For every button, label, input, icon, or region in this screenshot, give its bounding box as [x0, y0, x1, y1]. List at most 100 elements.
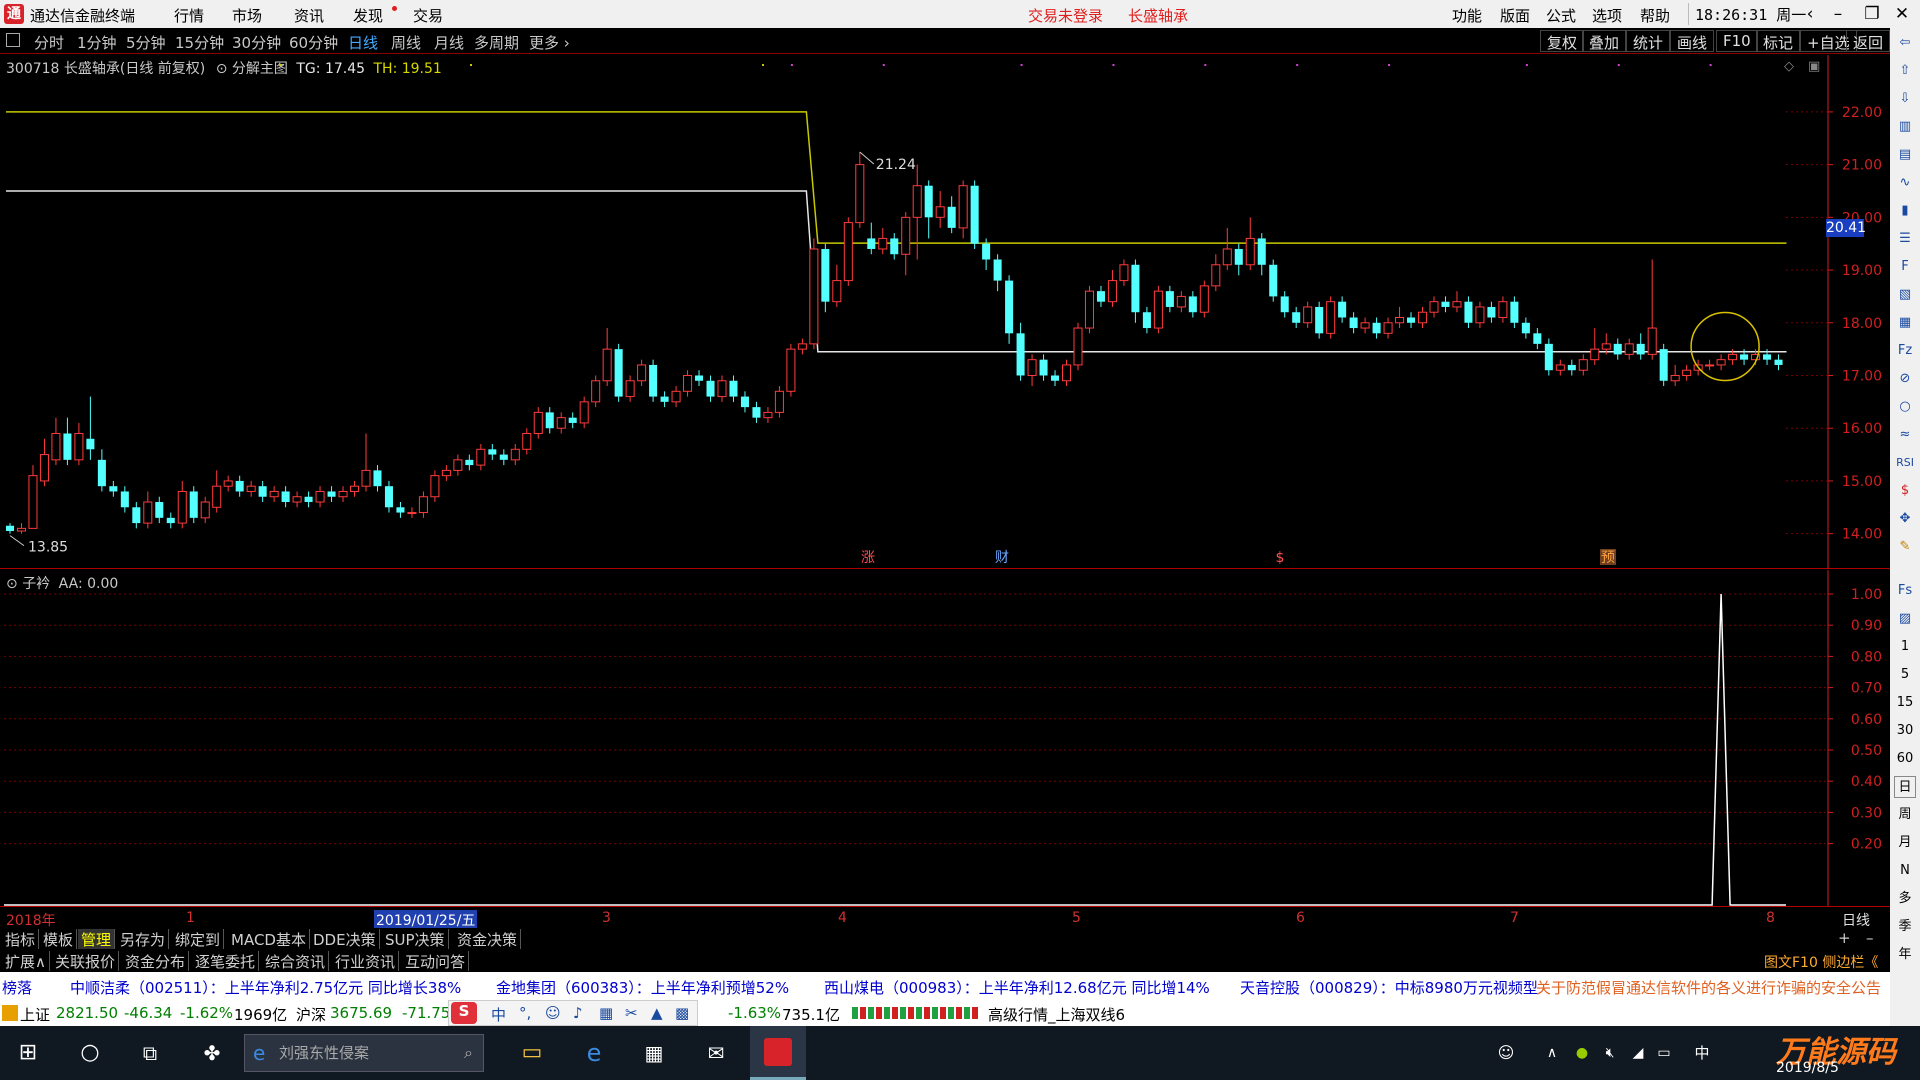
pinwheel-app-icon[interactable]: ✤ — [184, 1026, 240, 1080]
menu-gongshi[interactable]: 公式 — [1546, 5, 1576, 26]
windows-start-icon[interactable]: ⊞ — [0, 1026, 56, 1080]
ime-apps-icon[interactable]: ▩ — [675, 1004, 689, 1022]
keyboard-tray-icon[interactable]: ▭ — [1652, 1026, 1676, 1080]
period-30min[interactable]: 30分钟 — [232, 32, 281, 53]
news-icon[interactable]: ▧ — [1894, 284, 1916, 306]
period-monthly[interactable]: 月线 — [434, 32, 464, 53]
period-daily[interactable]: 日线 — [348, 32, 378, 53]
tab-zijinfenbu[interactable]: 资金分布 — [122, 951, 189, 971]
ticker-item[interactable]: 金地集团（600383）：上半年净利预增52% — [496, 977, 789, 998]
store-icon[interactable]: ▦ — [626, 1026, 682, 1080]
menu-faxian[interactable]: 发现 — [353, 5, 383, 26]
menu-hangqing[interactable]: 行情 — [174, 5, 204, 26]
arrow-left-icon[interactable]: ⇦ — [1894, 32, 1916, 54]
period-weekly[interactable]: 周线 — [391, 32, 421, 53]
edge-browser-icon[interactable]: e — [566, 1026, 622, 1080]
file-explorer-icon[interactable]: ▭ — [504, 1026, 560, 1080]
list-icon[interactable]: ☰ — [1894, 228, 1916, 250]
cortana-icon[interactable]: ○ — [62, 1026, 118, 1080]
ime-voice-icon[interactable]: ♪ — [573, 1004, 583, 1022]
restore-icon[interactable]: ❐ — [1858, 2, 1886, 26]
tab-guanli[interactable]: 管理 — [78, 929, 115, 949]
tdx-app-icon[interactable] — [750, 1026, 806, 1080]
ime-chinese-icon[interactable]: 中 — [491, 1004, 506, 1025]
period-month-icon[interactable]: 月 — [1894, 832, 1916, 854]
kline-icon[interactable]: ▮ — [1894, 200, 1916, 222]
period-day-icon[interactable]: 日 — [1894, 776, 1916, 798]
tray-app-icon[interactable]: ● — [1570, 1026, 1594, 1080]
tab-zijin[interactable]: 资金决策 — [454, 929, 521, 949]
menu-bangzhu[interactable]: 帮助 — [1640, 5, 1670, 26]
tab-dde[interactable]: DDE决策 — [310, 929, 380, 949]
tab-zhubi[interactable]: 逐笔委托 — [192, 951, 259, 971]
sh-index-name[interactable]: 上证 — [20, 1004, 50, 1025]
sub-indicator-chart[interactable]: 1.000.900.800.700.600.500.400.300.20 — [0, 570, 1890, 906]
btn-tongji[interactable]: 统计 — [1626, 30, 1670, 52]
tab-macd[interactable]: MACD基本 — [228, 929, 310, 949]
period-60-icon[interactable]: 60 — [1894, 748, 1916, 770]
period-1min[interactable]: 1分钟 — [77, 32, 117, 53]
btn-f10[interactable]: F10 — [1716, 30, 1758, 52]
ticker-item[interactable]: 天音控股（000829）：中标8980万元视频型 — [1240, 977, 1538, 998]
add-indicator-icon[interactable]: + — [1838, 929, 1851, 947]
period-multi-icon[interactable]: 多 — [1894, 888, 1916, 910]
period-30-icon[interactable]: 30 — [1894, 720, 1916, 742]
menu-jiaoyi[interactable]: 交易 — [413, 5, 443, 26]
line-chart-icon[interactable]: ∿ — [1894, 172, 1916, 194]
btn-fuquan[interactable]: 复权 — [1540, 30, 1584, 52]
volume-mute-icon[interactable]: 🔇︎ — [1598, 1026, 1622, 1080]
image-icon[interactable]: ▨ — [1894, 608, 1916, 630]
fz-icon[interactable]: Fz — [1894, 340, 1916, 362]
tab-muban[interactable]: 模板 — [40, 929, 77, 949]
ime-tray[interactable]: 中 — [1690, 1026, 1714, 1080]
tab-hangye[interactable]: 行业资讯 — [332, 951, 399, 971]
btn-diejia[interactable]: 叠加 — [1582, 30, 1626, 52]
close-icon[interactable]: ✕ — [1888, 2, 1916, 26]
tray-chevron-icon[interactable]: ∧ — [1540, 1026, 1564, 1080]
people-icon[interactable]: ☺ — [1494, 1026, 1518, 1080]
task-view-icon[interactable]: ⧉ — [122, 1026, 178, 1080]
hs-index-name[interactable]: 沪深 — [296, 1004, 326, 1025]
tab-zonghe[interactable]: 综合资讯 — [262, 951, 329, 971]
period-15-icon[interactable]: 15 — [1894, 692, 1916, 714]
panel-toggle-icon[interactable] — [6, 33, 20, 47]
period-year-icon[interactable]: 年 — [1894, 944, 1916, 966]
minimize-icon[interactable]: – — [1824, 2, 1852, 26]
period-15min[interactable]: 15分钟 — [175, 32, 224, 53]
news-ticker[interactable]: 榜落 中顺洁柔（002511）：上半年净利2.75亿元 同比增长38% 金地集团… — [0, 972, 1890, 1000]
period-more[interactable]: 更多 › — [529, 32, 570, 53]
period-season-icon[interactable]: 季 — [1894, 916, 1916, 938]
pencil-icon[interactable]: ✎ — [1894, 536, 1916, 558]
candlestick-chart[interactable]: 22.0021.0020.0019.0018.0017.0016.0015.00… — [0, 55, 1890, 569]
ticker-item[interactable]: 中顺洁柔（002511）：上半年净利2.75亿元 同比增长38% — [70, 977, 461, 998]
period-week-icon[interactable]: 周 — [1894, 804, 1916, 826]
wave-icon[interactable]: ≈ — [1894, 424, 1916, 446]
tab-lingcunwei[interactable]: 另存为 — [117, 929, 169, 949]
mail-icon[interactable]: ✉ — [688, 1026, 744, 1080]
f10-icon[interactable]: F — [1894, 256, 1916, 278]
btn-huaxian[interactable]: 画线 — [1670, 30, 1714, 52]
tab-kuozhan[interactable]: 扩展∧ — [2, 951, 50, 971]
menu-banmian[interactable]: 版面 — [1500, 5, 1530, 26]
period-n-icon[interactable]: N — [1894, 860, 1916, 882]
menu-zixun[interactable]: 资讯 — [294, 5, 324, 26]
tab-hudong[interactable]: 互动问答 — [402, 951, 469, 971]
f10-sidebar-toggle[interactable]: 图文F10 侧边栏《 — [1764, 952, 1878, 972]
menu-xuanxiang[interactable]: 选项 — [1592, 5, 1622, 26]
tab-bangdingdao[interactable]: 绑定到 — [172, 929, 224, 949]
calendar-icon[interactable]: ▦ — [1894, 312, 1916, 334]
market-feed-label[interactable]: 高级行情_上海双线6 — [988, 1004, 1125, 1025]
circle-icon[interactable]: ○ — [1894, 396, 1916, 418]
ime-toolbar[interactable]: S 中 °, ☺ ♪ ▦ ✂ ▲ ▩ — [448, 1000, 698, 1026]
ime-punct-icon[interactable]: °, — [519, 1004, 531, 1022]
login-status[interactable]: 交易未登录 — [1028, 5, 1103, 26]
period-fenshi[interactable]: 分时 — [34, 32, 64, 53]
period-5-icon[interactable]: 5 — [1894, 664, 1916, 686]
ticker-item[interactable]: 西山煤电（000983）：上半年净利12.68亿元 同比增14% — [824, 977, 1210, 998]
taskbar-search-box[interactable]: e 刘强东性侵案 ⌕ — [244, 1034, 484, 1072]
tab-zhibiao[interactable]: 指标 — [2, 929, 39, 949]
arrow-down-icon[interactable]: ⇩ — [1894, 88, 1916, 110]
fs-icon[interactable]: Fs — [1894, 580, 1916, 602]
link-icon[interactable]: ⊘ — [1894, 368, 1916, 390]
tab-guanlian[interactable]: 关联报价 — [52, 951, 119, 971]
